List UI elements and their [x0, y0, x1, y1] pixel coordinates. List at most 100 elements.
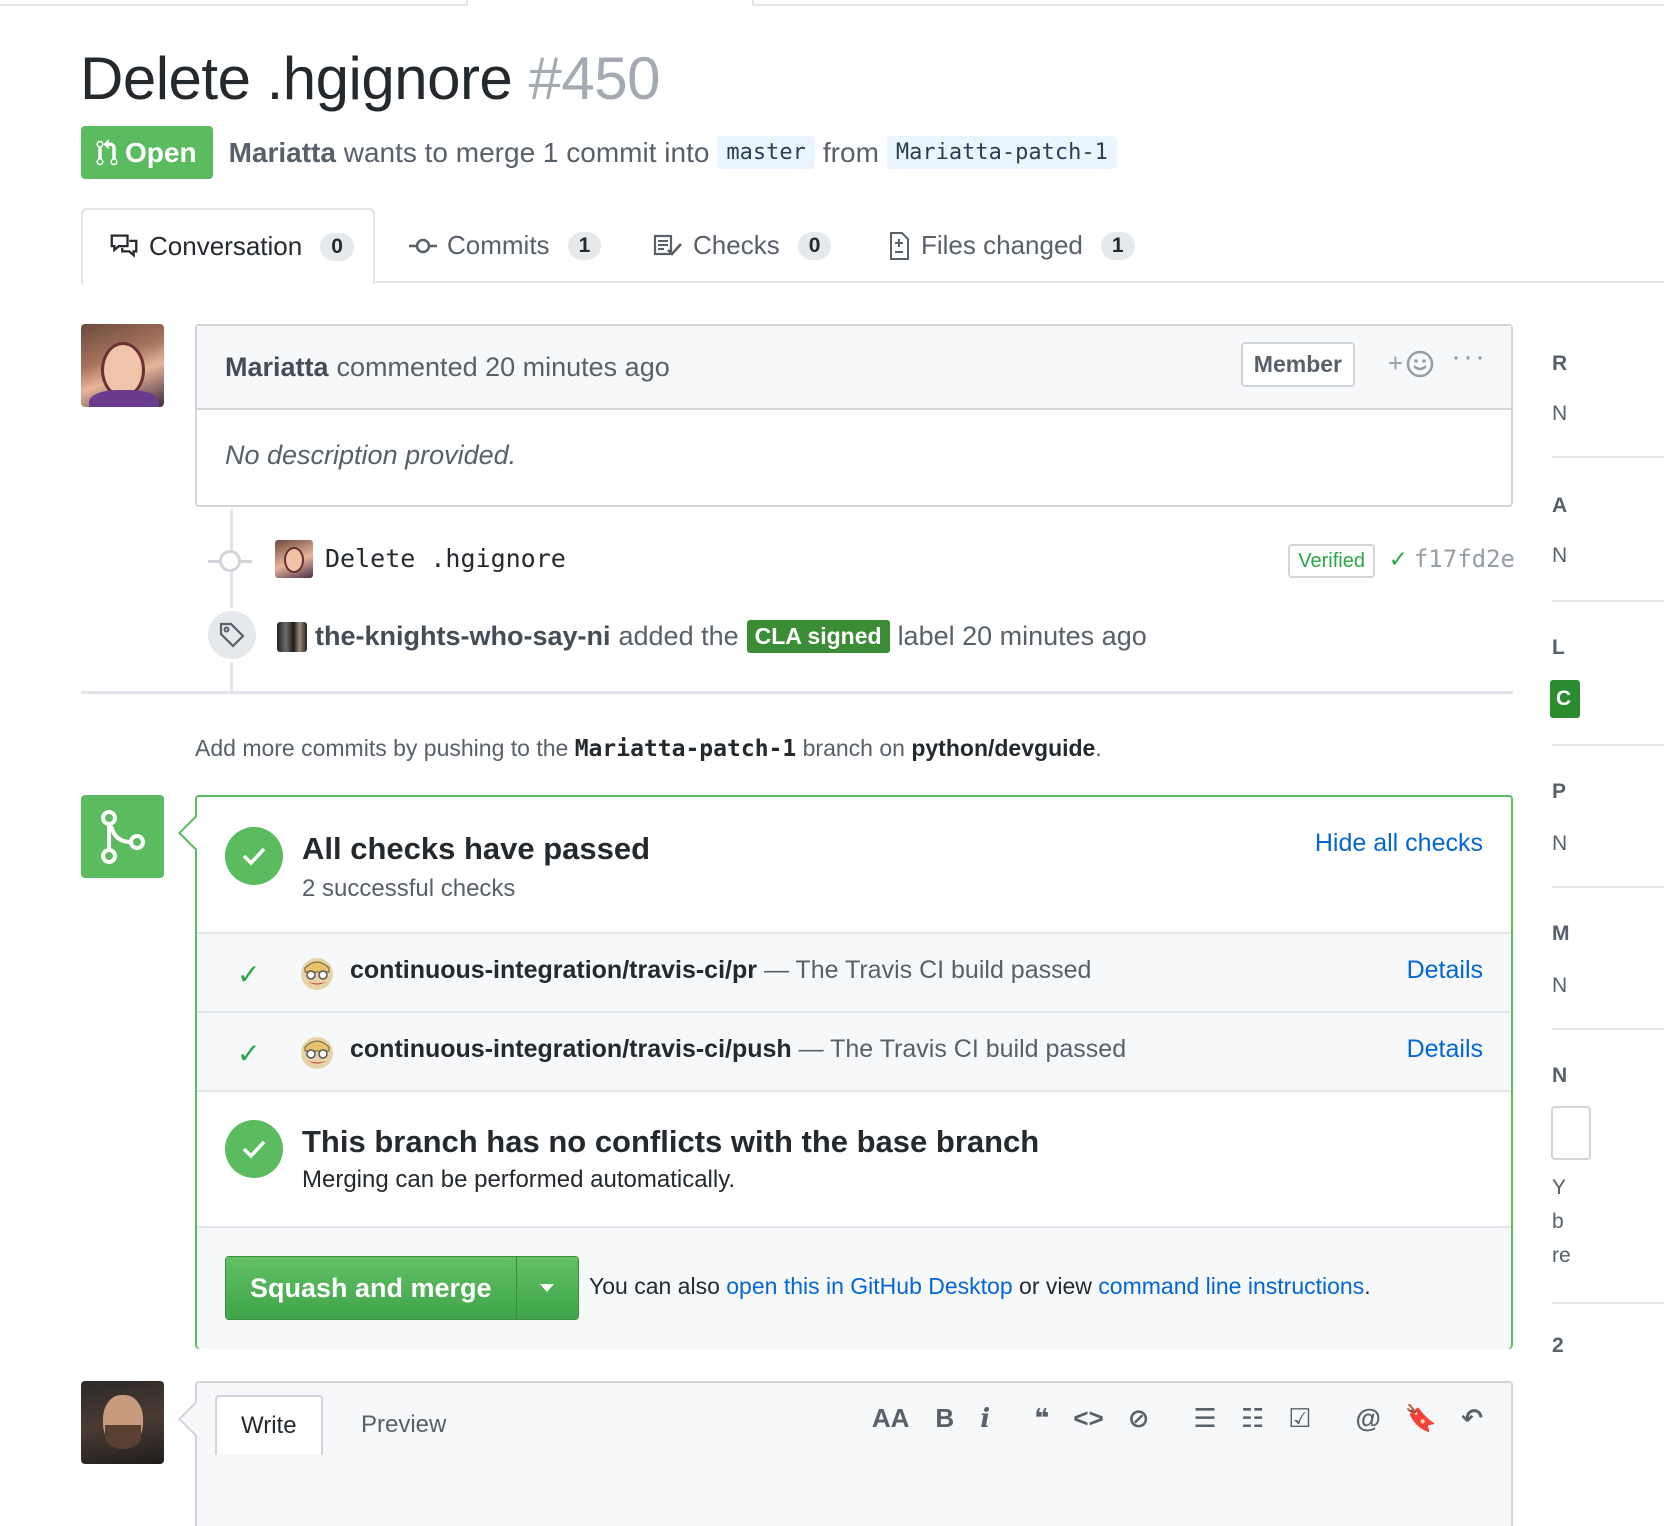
commit-author-avatar[interactable] — [275, 540, 313, 578]
tab-files-changed[interactable]: Files changed 1 — [887, 208, 1135, 283]
details-link[interactable]: Details — [1407, 1035, 1483, 1064]
verified-badge[interactable]: Verified — [1288, 544, 1375, 578]
conflicts-title: This branch has no conflicts with the ba… — [302, 1124, 1040, 1159]
git-pull-request-icon — [96, 138, 118, 165]
hide-all-checks-link[interactable]: Hide all checks — [1315, 829, 1483, 858]
sidebar-heading-projects[interactable]: P — [1552, 780, 1566, 804]
tab-files-changed-label: Files changed — [921, 230, 1083, 260]
bookmark-icon[interactable]: 🔖 — [1405, 1403, 1437, 1434]
mention-icon[interactable]: @ — [1355, 1403, 1380, 1434]
check-icon: ✓ — [237, 959, 261, 990]
push-hint: Add more commits by pushing to the Maria… — [195, 735, 1102, 762]
top-tab-strip-left — [0, 0, 468, 6]
avatar-shirt — [89, 390, 159, 407]
check-circle-icon — [225, 827, 283, 885]
subscribe-button[interactable] — [1551, 1106, 1591, 1160]
push-hint-branch: Mariatta-patch-1 — [574, 736, 797, 762]
unordered-list-icon[interactable]: ☰ — [1194, 1403, 1217, 1434]
quote-icon[interactable]: ❝ — [1034, 1403, 1049, 1434]
more-options-button[interactable]: ··· — [1451, 340, 1487, 374]
tab-conversation[interactable]: Conversation 0 — [81, 208, 375, 285]
sidebar-value: N — [1552, 974, 1568, 997]
merge-button-group: Squash and merge — [225, 1256, 579, 1320]
tab-preview[interactable]: Preview — [337, 1395, 470, 1455]
tab-commits[interactable]: Commits 1 — [409, 208, 602, 283]
pr-author-link[interactable]: Mariatta — [229, 137, 336, 169]
cla-signed-label[interactable]: CLA signed — [746, 620, 890, 653]
sidebar-divider — [1552, 600, 1664, 602]
avatar-beard — [105, 1425, 141, 1449]
check-icon: ✓ — [1390, 544, 1406, 574]
reply-icon[interactable]: ↶ — [1461, 1403, 1483, 1434]
avatar[interactable] — [81, 324, 164, 407]
tab-checks[interactable]: Checks 0 — [653, 208, 832, 283]
check-desc: — The Travis CI build passed — [763, 956, 1092, 984]
sidebar-heading-notifications: N — [1552, 1064, 1568, 1087]
text-size-icon[interactable]: AA — [872, 1403, 910, 1434]
tab-conversation-count: 0 — [320, 232, 354, 261]
avatar[interactable] — [81, 1381, 164, 1464]
tab-commits-label: Commits — [447, 230, 550, 260]
merge-or-view: or view — [1019, 1273, 1092, 1299]
timeline-label-event: the-knights-who-say-ni added the CLA sig… — [205, 606, 1505, 662]
checklist-icon — [653, 234, 682, 256]
add-reaction-button[interactable]: + — [1388, 348, 1435, 379]
tab-write[interactable]: Write — [215, 1395, 323, 1455]
bold-icon[interactable]: B — [935, 1403, 954, 1434]
merge-alternatives: You can also open this in GitHub Desktop… — [589, 1273, 1371, 1300]
comment-discussion-icon — [110, 233, 138, 258]
tasklist-icon[interactable]: ☑ — [1288, 1403, 1311, 1434]
from-word: from — [822, 136, 879, 168]
pr-tabs: Conversation 0 Commits 1 Checks 0 Files … — [81, 208, 1664, 285]
head-branch[interactable]: Mariatta-patch-1 — [886, 136, 1117, 169]
sidebar-divider — [1552, 744, 1664, 746]
smiley-icon — [1406, 350, 1434, 377]
travis-ci-icon — [301, 958, 333, 990]
push-hint-end: . — [1095, 735, 1102, 761]
merge-also: You can also — [589, 1273, 720, 1299]
label-actor[interactable]: the-knights-who-say-ni — [315, 621, 611, 652]
sidebar-heading-milestone[interactable]: M — [1552, 922, 1570, 946]
state-label: Open — [125, 136, 197, 168]
check-name: continuous-integration/travis-ci/push — [350, 1035, 792, 1063]
commit-sha-link[interactable]: f17fd2e — [1414, 545, 1515, 573]
sidebar-text: re — [1552, 1244, 1571, 1267]
base-branch[interactable]: master — [717, 136, 815, 169]
code-icon[interactable]: <> — [1073, 1403, 1103, 1434]
tab-commits-count: 1 — [567, 231, 602, 260]
sidebar-text: Y — [1552, 1176, 1567, 1199]
new-comment-editor: Write Preview AA B i ❝ <> ⊘ ☰ ☷ ☑ @ 🔖 ↶ — [195, 1381, 1513, 1526]
merge-method-dropdown[interactable] — [515, 1257, 578, 1319]
merge-end: . — [1364, 1273, 1371, 1299]
comment-author[interactable]: Mariatta — [225, 352, 329, 383]
sidebar-label-chip[interactable]: C — [1550, 680, 1580, 718]
link-icon[interactable]: ⊘ — [1128, 1403, 1150, 1434]
markdown-toolbar: AA B i ❝ <> ⊘ ☰ ☷ ☑ @ 🔖 ↶ — [872, 1403, 1483, 1434]
ordered-list-icon[interactable]: ☷ — [1241, 1403, 1264, 1434]
comment-action[interactable]: commented 20 minutes ago — [337, 352, 670, 383]
git-commit-icon — [208, 550, 252, 572]
merge-box: All checks have passed 2 successful chec… — [195, 795, 1513, 1349]
state-badge: Open — [81, 126, 213, 179]
sidebar-heading-labels[interactable]: L — [1552, 636, 1565, 660]
squash-and-merge-button[interactable]: Squash and merge — [226, 1257, 516, 1319]
push-hint-repo: python/devguide — [911, 735, 1096, 761]
status-check-row: ✓ continuous-integration/travis-ci/push … — [197, 1013, 1511, 1092]
conflicts-summary: This branch has no conflicts with the ba… — [197, 1092, 1511, 1228]
italic-icon[interactable]: i — [980, 1404, 990, 1434]
git-merge-icon — [81, 795, 164, 878]
label-event-text: the-knights-who-say-ni added the CLA sig… — [315, 620, 1147, 653]
sidebar-value: N — [1552, 544, 1568, 567]
actor-avatar[interactable] — [277, 622, 307, 652]
checks-summary: All checks have passed 2 successful chec… — [197, 797, 1511, 934]
sidebar-heading-reviewers[interactable]: R — [1552, 352, 1567, 376]
details-link[interactable]: Details — [1407, 956, 1483, 985]
member-badge: Member — [1240, 342, 1355, 387]
commit-message-link[interactable]: Delete .hgignore — [325, 544, 566, 573]
command-line-instructions-link[interactable]: command line instructions — [1098, 1273, 1364, 1299]
sidebar-divider — [1552, 886, 1664, 888]
github-desktop-link[interactable]: open this in GitHub Desktop — [726, 1273, 1012, 1299]
tab-conversation-label: Conversation — [149, 231, 303, 261]
sidebar-heading-participants: 2 — [1552, 1334, 1564, 1357]
sidebar-heading-assignees[interactable]: A — [1552, 494, 1567, 518]
